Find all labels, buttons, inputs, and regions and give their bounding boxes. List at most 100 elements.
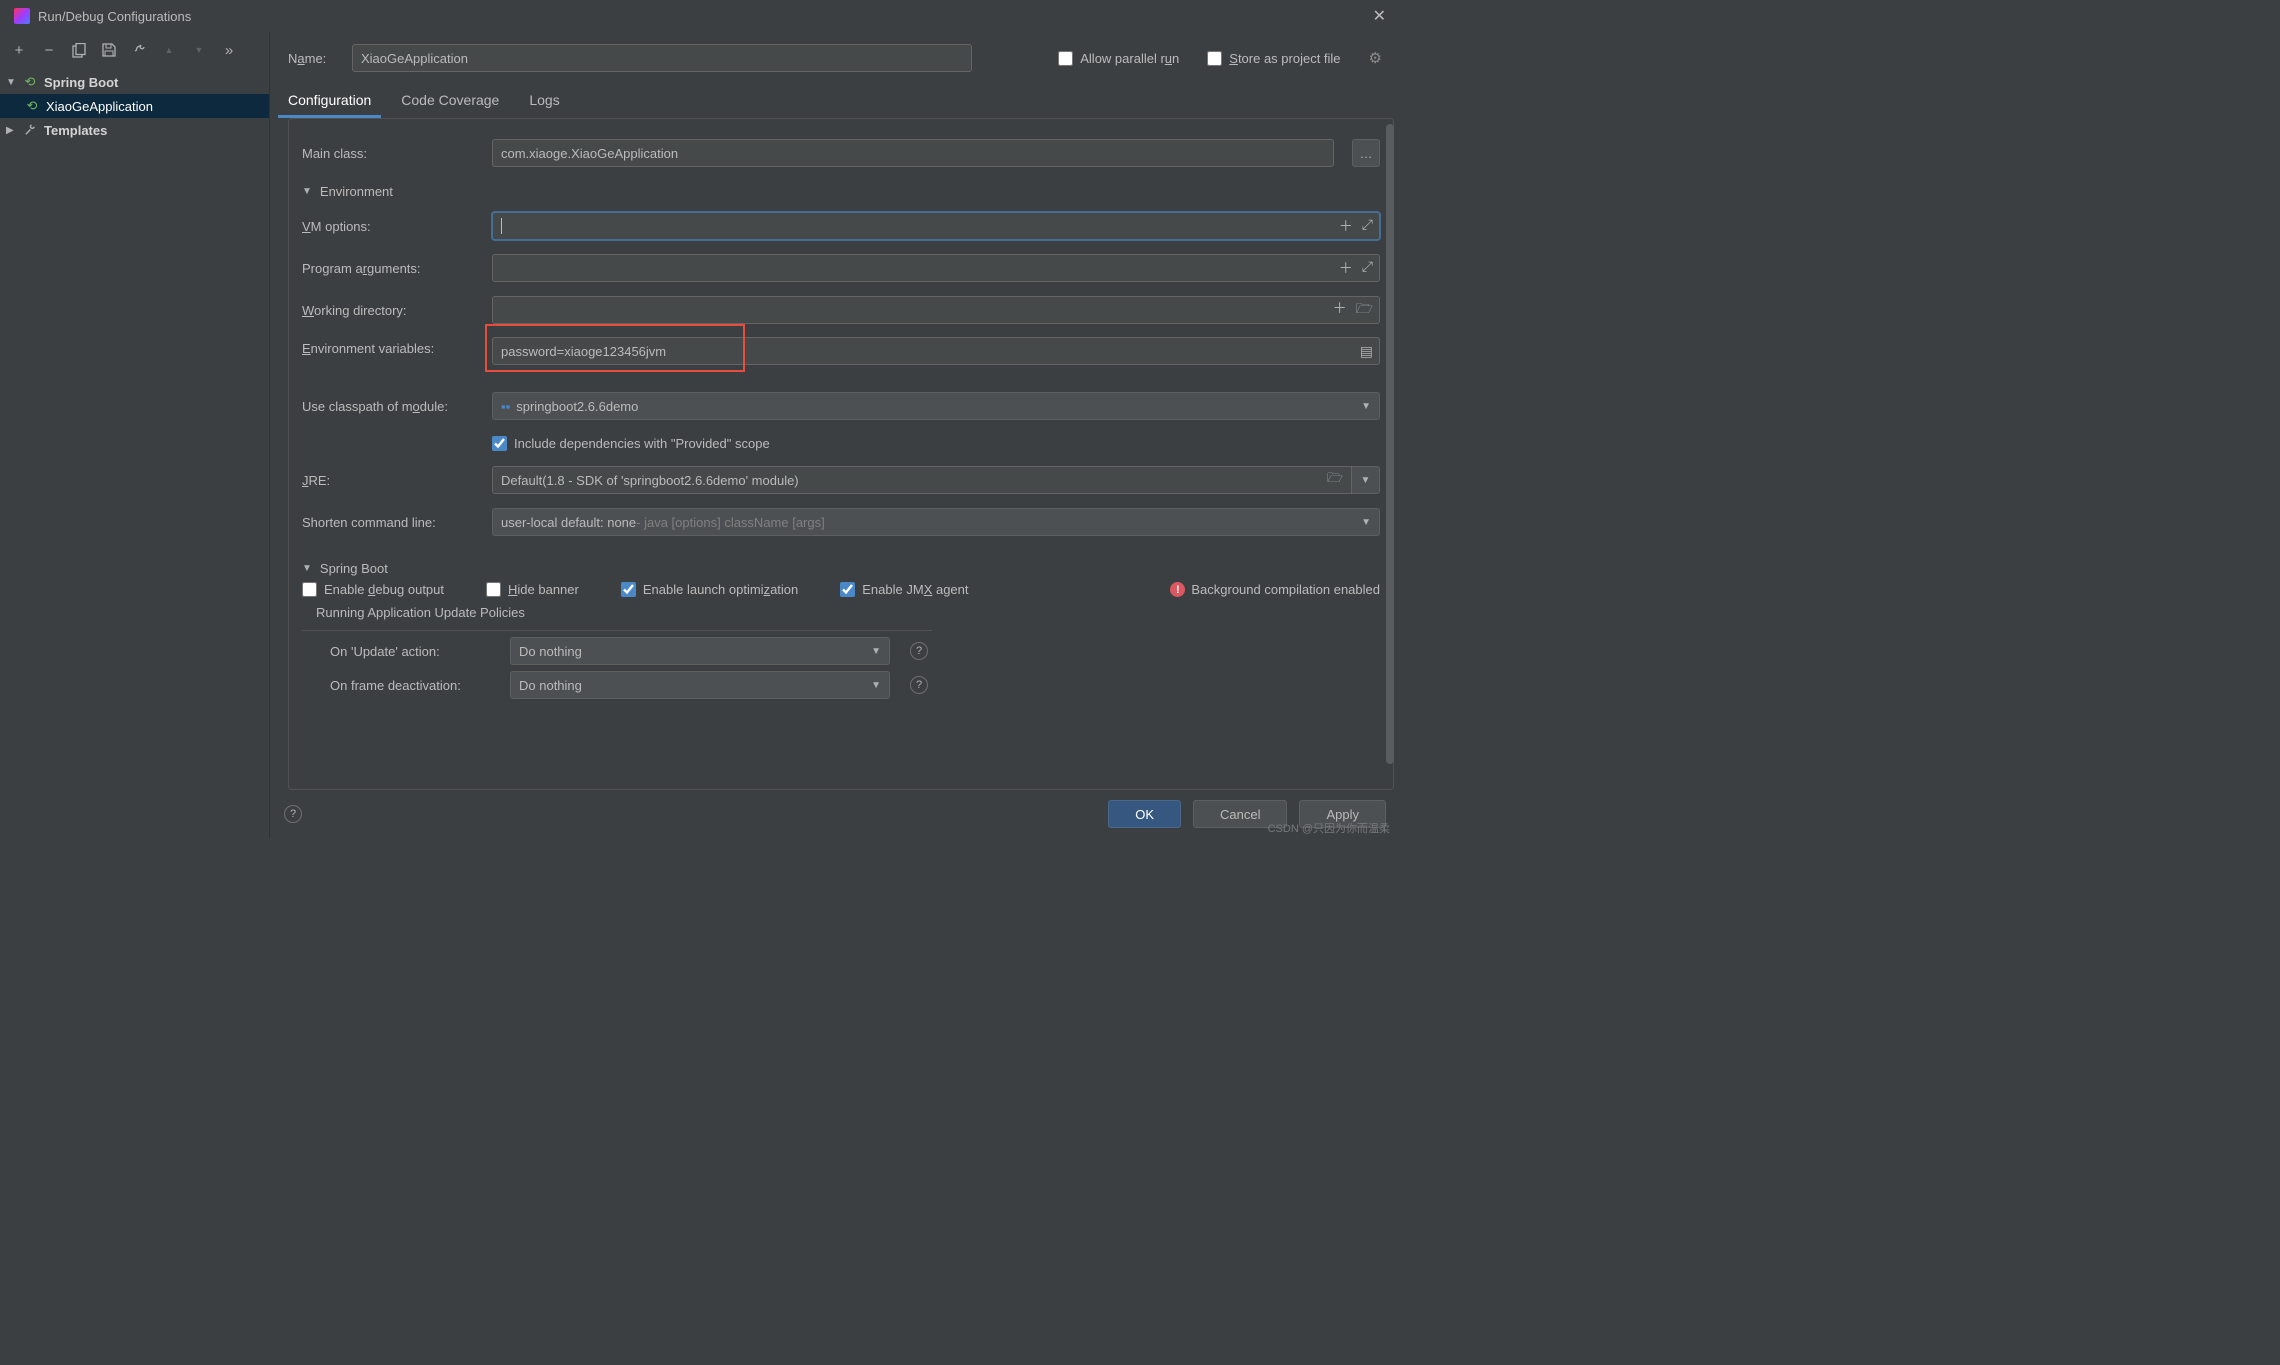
jre-dropdown-button[interactable]: ▼ (1352, 466, 1380, 494)
shorten-hint: - java [options] className [args] (636, 515, 825, 530)
insert-macro-icon[interactable]: ＋ (1339, 216, 1353, 236)
chevron-right-icon: ▶ (6, 125, 18, 136)
on-update-select[interactable]: Do nothing ▼ (510, 637, 890, 665)
folder-icon[interactable]: 🗁 (1356, 298, 1373, 322)
tree-label: XiaoGeApplication (44, 99, 153, 114)
main-class-input[interactable]: com.xiaoge.XiaoGeApplication (492, 139, 1334, 167)
classpath-value: springboot2.6.6demo (516, 399, 638, 414)
on-frame-select[interactable]: Do nothing▼ (510, 671, 890, 699)
expand-icon[interactable]: ⤢ (1362, 216, 1373, 236)
hide-banner-checkbox[interactable]: Hide banner (486, 582, 579, 597)
browse-class-button[interactable]: … (1352, 139, 1380, 167)
expand-icon[interactable]: ⤢ (1362, 258, 1373, 278)
name-row: Name: Allow parallel run Store as projec… (270, 38, 1400, 72)
classpath-label: Use classpath of module: (302, 399, 482, 414)
add-button[interactable]: + (4, 35, 34, 65)
enable-launch-opt-checkbox[interactable]: Enable launch optimization (621, 582, 798, 597)
app-logo-icon (14, 8, 30, 24)
working-dir-label: Working directory: (302, 303, 482, 318)
spring-icon: ⟲ (22, 74, 38, 90)
enable-jmx-checkbox[interactable]: Enable JMX agent (840, 582, 968, 597)
tab-configuration[interactable]: Configuration (288, 86, 371, 118)
allow-parallel-checkbox[interactable]: Allow parallel run (1058, 51, 1179, 66)
working-dir-row: Working directory: ＋🗁 (302, 289, 1380, 331)
jre-input[interactable]: Default (1.8 - SDK of 'springboot2.6.6de… (492, 466, 1352, 494)
separator (302, 630, 932, 631)
jre-row: JRE: Default (1.8 - SDK of 'springboot2.… (302, 459, 1380, 501)
tab-code-coverage[interactable]: Code Coverage (401, 86, 499, 118)
gear-icon[interactable]: ⚙ (1369, 49, 1382, 67)
on-update-label: On 'Update' action: (330, 644, 500, 659)
insert-macro-icon[interactable]: ＋ (1339, 258, 1353, 278)
help-icon[interactable]: ? (910, 676, 928, 694)
tab-logs[interactable]: Logs (529, 86, 559, 118)
jre-field: Default (1.8 - SDK of 'springboot2.6.6de… (492, 466, 1380, 494)
jre-value: Default (501, 473, 542, 488)
enable-debug-checkbox[interactable]: Enable debug output (302, 582, 444, 597)
tabs: Configuration Code Coverage Logs (270, 72, 1400, 118)
classpath-row: Use classpath of module: ▪▪ springboot2.… (302, 385, 1380, 427)
on-update-row: On 'Update' action: Do nothing ▼ ? (330, 637, 1380, 665)
move-up-button[interactable]: ▲ (154, 35, 184, 65)
copy-button[interactable] (64, 35, 94, 65)
jre-hint: (1.8 - SDK of 'springboot2.6.6demo' modu… (542, 473, 798, 488)
bg-compilation-status: ! Background compilation enabled (1170, 582, 1380, 597)
remove-button[interactable]: − (34, 35, 64, 65)
window-title: Run/Debug Configurations (38, 9, 191, 24)
help-button[interactable]: ? (284, 805, 302, 823)
more-button[interactable]: » (214, 35, 244, 65)
move-down-button[interactable]: ▼ (184, 35, 214, 65)
environment-section[interactable]: ▼ Environment (302, 184, 1380, 199)
env-vars-value: password=xiaoge123456jvm (501, 344, 666, 359)
spring-boot-section[interactable]: ▼ Spring Boot (302, 561, 1380, 576)
edit-button[interactable] (124, 35, 154, 65)
save-button[interactable] (94, 35, 124, 65)
tree-spring-boot[interactable]: ▼ ⟲ Spring Boot (0, 70, 269, 94)
env-vars-row: Environment variables: password=xiaoge12… (302, 331, 1380, 373)
chevron-down-icon: ▼ (302, 563, 312, 574)
shorten-value: user-local default: none (501, 515, 636, 530)
tree-templates[interactable]: ▶ Templates (0, 118, 269, 142)
shorten-label: Shorten command line: (302, 515, 482, 530)
chevron-down-icon: ▼ (1361, 517, 1371, 528)
vm-options-input[interactable]: ＋⤢ (492, 212, 1380, 240)
main-panel: Name: Allow parallel run Store as projec… (270, 32, 1400, 838)
program-args-label: Program arguments: (302, 261, 482, 276)
name-input[interactable] (352, 44, 972, 72)
help-icon[interactable]: ? (910, 642, 928, 660)
shorten-select[interactable]: user-local default: none - java [options… (492, 508, 1380, 536)
chevron-down-icon: ▼ (1361, 401, 1371, 412)
program-args-row: Program arguments: ＋⤢ (302, 247, 1380, 289)
tree-app-item[interactable]: ⟲ XiaoGeApplication (0, 94, 269, 118)
name-label: Name: (288, 51, 338, 66)
shorten-row: Shorten command line: user-local default… (302, 501, 1380, 543)
include-provided-row: Include dependencies with "Provided" sco… (302, 427, 1380, 459)
checkbox-label: Include dependencies with "Provided" sco… (514, 436, 770, 451)
include-provided-checkbox[interactable]: Include dependencies with "Provided" sco… (492, 436, 770, 451)
ok-button[interactable]: OK (1108, 800, 1181, 828)
vm-options-label: VM options: (302, 219, 482, 234)
main-class-row: Main class: com.xiaoge.XiaoGeApplication… (302, 132, 1380, 174)
text-caret (501, 218, 502, 234)
chevron-down-icon: ▼ (871, 646, 881, 657)
scrollbar-thumb[interactable] (1386, 124, 1394, 764)
store-project-checkbox[interactable]: Store as project file (1207, 51, 1340, 66)
scrollbar[interactable] (1385, 124, 1394, 790)
tree-label: Templates (42, 123, 107, 138)
folder-icon[interactable]: 🗁 (1327, 469, 1343, 491)
watermark: CSDN @只因为你而温柔 (1268, 820, 1390, 836)
sidebar-toolbar: + − ▲ ▼ » (0, 32, 269, 68)
vm-options-row: VM options: ＋⤢ (302, 205, 1380, 247)
list-icon[interactable]: ▤ (1360, 343, 1373, 360)
env-vars-input[interactable]: password=xiaoge123456jvm ▤ (492, 337, 1380, 365)
section-label: Environment (320, 184, 393, 199)
config-panel: Main class: com.xiaoge.XiaoGeApplication… (288, 118, 1394, 790)
classpath-select[interactable]: ▪▪ springboot2.6.6demo ▼ (492, 392, 1380, 420)
tree-label: Spring Boot (42, 75, 118, 90)
insert-macro-icon[interactable]: ＋ (1333, 298, 1347, 322)
select-value: Do nothing (519, 644, 582, 659)
sidebar: + − ▲ ▼ » ▼ ⟲ Spring Boot ⟲ XiaoGeApplic… (0, 32, 270, 838)
working-dir-input[interactable]: ＋🗁 (492, 296, 1380, 324)
close-icon[interactable]: ✕ (1373, 6, 1386, 26)
program-args-input[interactable]: ＋⤢ (492, 254, 1380, 282)
